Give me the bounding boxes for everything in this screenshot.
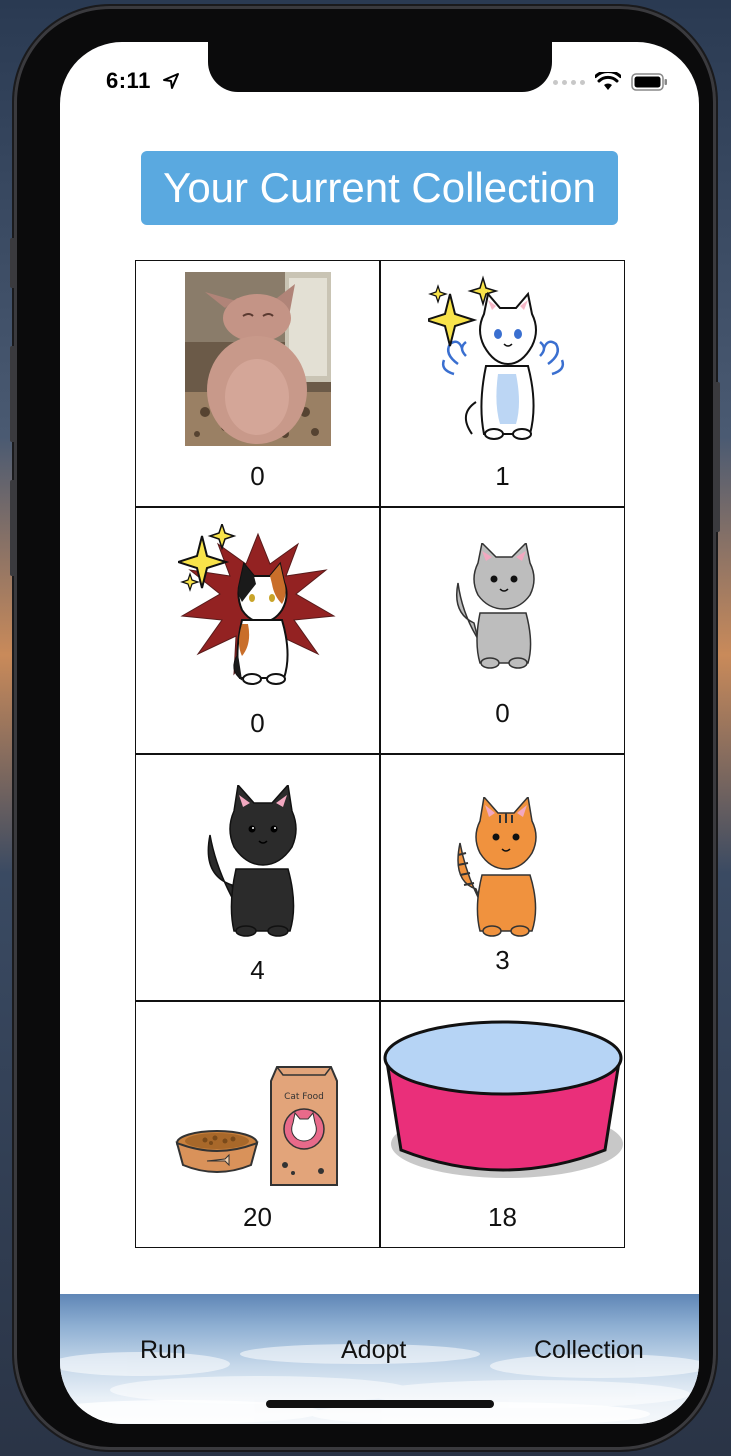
phone-frame: 6:11 Your Current Collection 0 1 0 0 4 3…: [10, 6, 720, 1450]
item-count: 0: [250, 461, 265, 491]
item-count: 18: [488, 1202, 517, 1232]
app-screen: 6:11 Your Current Collection 0 1 0 0 4 3…: [60, 42, 699, 1424]
collection-grid: 0 1 0 0 4 3 Cat Food 20 18: [135, 260, 625, 1248]
black-cat-icon: [207, 785, 297, 937]
status-time: 6:11: [106, 68, 151, 93]
status-icons: [553, 72, 669, 92]
collection-title-label: Your Current Collection: [163, 164, 596, 211]
battery-icon: [631, 73, 667, 91]
item-count: 4: [250, 955, 265, 985]
tab-run[interactable]: Run: [140, 1336, 186, 1365]
location-arrow-icon: [163, 73, 179, 89]
svg-text:Cat Food: Cat Food: [284, 1092, 324, 1102]
notch: [208, 42, 552, 92]
wifi-icon: [595, 72, 621, 90]
hairless-cat-photo: [184, 272, 331, 446]
volume-down-button: [10, 480, 16, 576]
item-count: 0: [250, 708, 265, 738]
item-count: 3: [495, 945, 510, 975]
collection-title-button[interactable]: Your Current Collection: [141, 151, 618, 225]
collection-item-sparkly-calico-cat[interactable]: 0: [135, 507, 380, 754]
sparkly-calico-cat-icon: [177, 524, 336, 685]
item-count: 20: [243, 1202, 272, 1232]
tab-adopt[interactable]: Adopt: [341, 1336, 406, 1365]
home-indicator[interactable]: [266, 1400, 494, 1408]
collection-item-water-bowl[interactable]: 18: [380, 1001, 625, 1248]
signal-dots-icon: [553, 79, 585, 85]
collection-item-sparkly-white-cat[interactable]: 1: [380, 260, 625, 507]
collection-item-gray-cat[interactable]: 0: [380, 507, 625, 754]
sparkly-white-cat-icon: [427, 275, 564, 440]
volume-up-button: [10, 346, 16, 442]
cat-food-icon: Cat Food: [175, 1066, 338, 1186]
gray-cat-icon: [455, 543, 535, 669]
collection-item-hairless-cat[interactable]: 0: [135, 260, 380, 507]
item-count: 0: [495, 698, 510, 728]
water-bowl-icon: [383, 1020, 623, 1178]
mute-switch: [10, 238, 16, 288]
tab-collection[interactable]: Collection: [534, 1336, 644, 1365]
collection-item-black-cat[interactable]: 4: [135, 754, 380, 1001]
power-button: [714, 382, 720, 532]
orange-tabby-cat-icon: [456, 797, 537, 937]
collection-item-cat-food[interactable]: Cat Food 20: [135, 1001, 380, 1248]
item-count: 1: [495, 461, 510, 491]
collection-item-orange-tabby-cat[interactable]: 3: [380, 754, 625, 1001]
